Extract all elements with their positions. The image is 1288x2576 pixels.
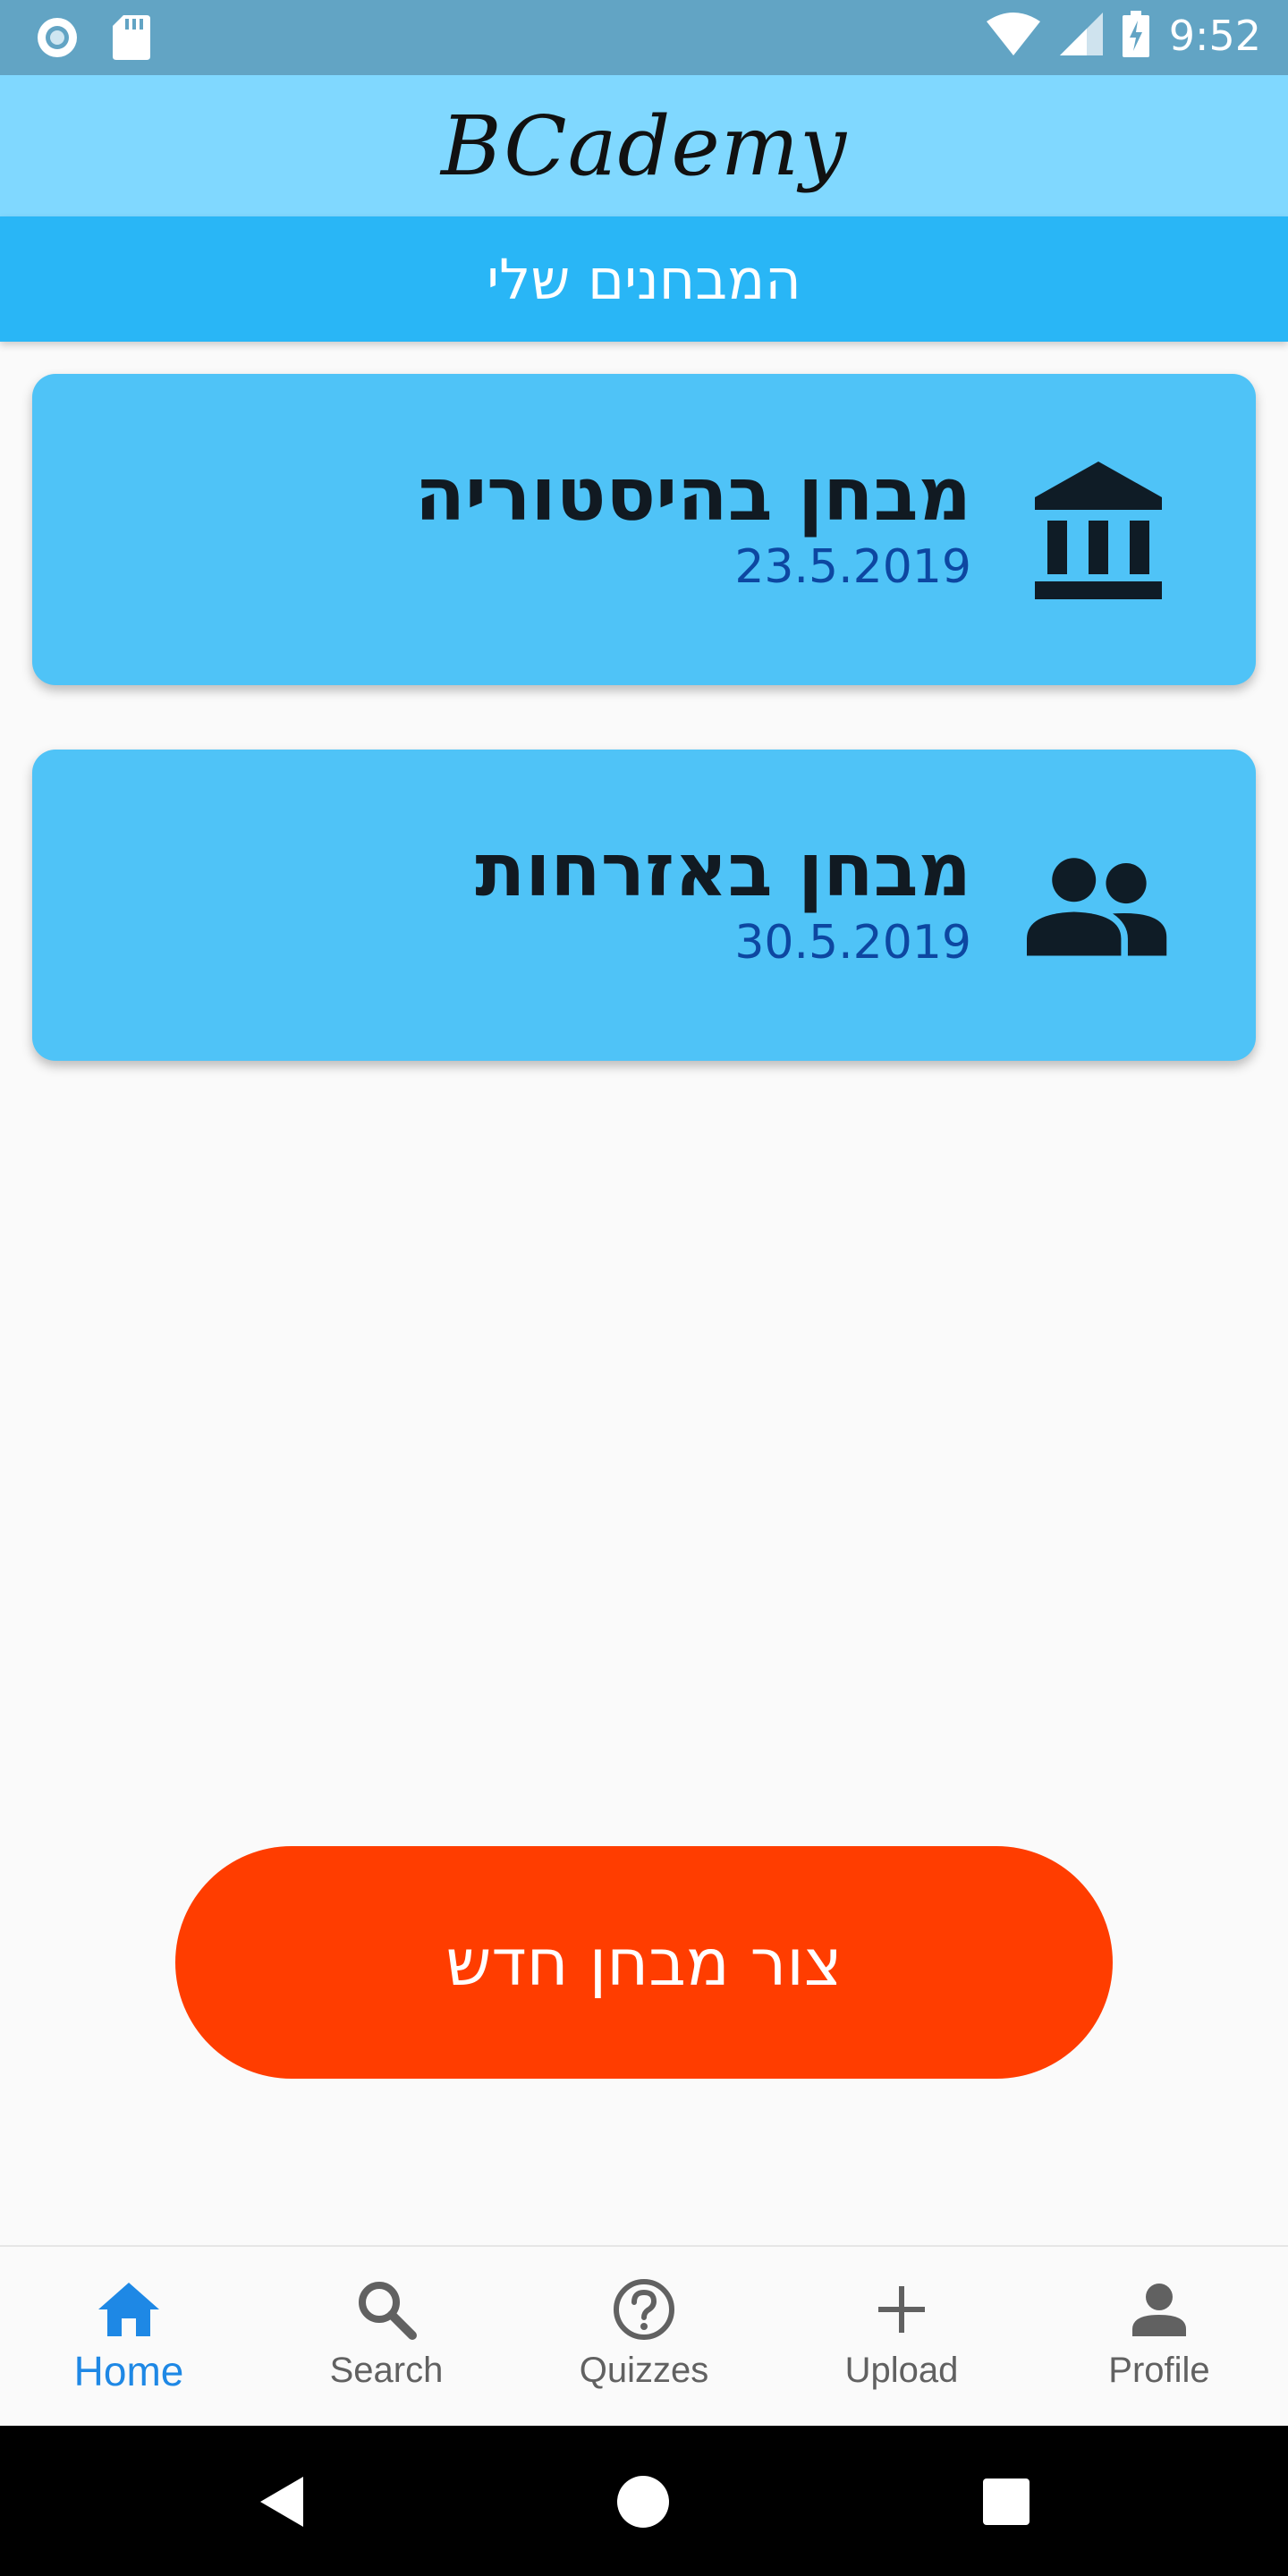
home-circle-icon[interactable] <box>612 2470 674 2533</box>
quiz-title: מבחן באזרחות <box>475 828 971 913</box>
nav-item-upload[interactable]: Upload <box>773 2247 1030 2428</box>
quiz-card-history[interactable]: מבחן בהיסטוריה 23.5.2019 <box>32 374 1256 685</box>
person-icon <box>1123 2274 1195 2345</box>
quiz-title: מבחן בהיסטוריה <box>414 453 971 538</box>
status-bar: 9:52 <box>0 0 1288 75</box>
create-quiz-label: צור מבחן חדש <box>445 1925 843 2000</box>
museum-icon <box>1027 449 1170 610</box>
nav-label: Search <box>329 2351 444 2390</box>
status-left-icons <box>34 14 150 64</box>
nav-item-quizzes[interactable]: Quizzes <box>515 2247 773 2428</box>
battery-charging-icon <box>1122 11 1149 61</box>
app-logo: BCademy <box>440 97 848 194</box>
nav-label: Home <box>73 2348 184 2394</box>
sd-card-icon <box>113 15 150 64</box>
app-bar: BCademy <box>0 75 1288 216</box>
page-header: המבחנים שלי <box>0 216 1288 342</box>
search-icon <box>351 2274 422 2345</box>
quiz-card-text: מבחן באזרחות 30.5.2019 <box>475 828 971 971</box>
back-icon[interactable] <box>250 2470 313 2533</box>
nav-label: Quizzes <box>579 2351 709 2390</box>
quiz-date: 30.5.2019 <box>734 916 971 970</box>
signal-icon <box>1059 13 1103 59</box>
people-icon <box>1027 825 1170 986</box>
quiz-card-text: מבחן בהיסטוריה 23.5.2019 <box>415 453 971 596</box>
status-time: 9:52 <box>1168 12 1261 60</box>
home-icon <box>93 2274 165 2345</box>
recents-icon[interactable] <box>975 2470 1038 2533</box>
record-icon <box>34 14 80 64</box>
status-right-icons: 9:52 <box>986 11 1261 61</box>
quiz-card-civics[interactable]: מבחן באזרחות 30.5.2019 <box>32 750 1256 1061</box>
wifi-icon <box>986 13 1040 59</box>
nav-label: Profile <box>1108 2351 1210 2390</box>
bottom-navigation: Home Search Quizzes Upload Profile <box>0 2245 1288 2428</box>
nav-item-home[interactable]: Home <box>0 2247 258 2428</box>
quiz-date: 23.5.2019 <box>734 540 971 594</box>
nav-item-search[interactable]: Search <box>258 2247 515 2428</box>
plus-icon <box>866 2274 937 2345</box>
app-screen: 9:52 BCademy המבחנים שלי מבחן בהיסטוריה … <box>0 0 1288 2576</box>
help-circle-icon <box>608 2274 680 2345</box>
page-title: המבחנים שלי <box>487 246 801 312</box>
create-quiz-button[interactable]: צור מבחן חדש <box>175 1846 1113 2079</box>
nav-label: Upload <box>844 2351 959 2390</box>
nav-item-profile[interactable]: Profile <box>1030 2247 1288 2428</box>
system-navigation-bar <box>0 2426 1288 2576</box>
